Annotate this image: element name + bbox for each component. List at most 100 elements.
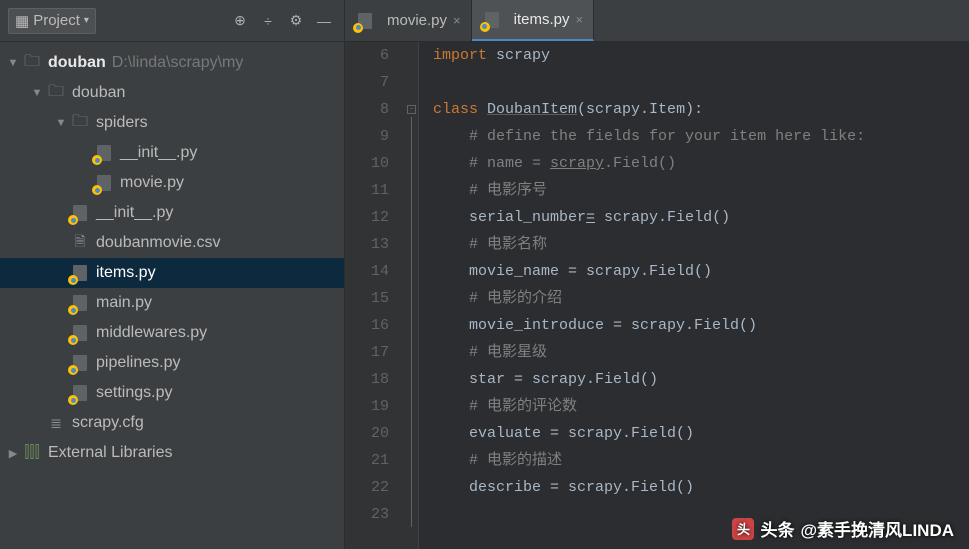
tree-label: items.py [96, 264, 156, 282]
tab-label: items.py [514, 11, 570, 28]
code-content[interactable]: import scrapy class DoubanItem(scrapy.Ite… [419, 42, 969, 549]
close-icon[interactable]: × [575, 12, 583, 27]
tab-movie[interactable]: movie.py × [345, 0, 472, 41]
code-line[interactable]: # 电影的评论数 [433, 393, 969, 420]
tree-root[interactable]: ▼ 🗀 douban D:\linda\scrapy\my [0, 48, 344, 78]
code-line[interactable]: import scrapy [433, 42, 969, 69]
minimize-icon[interactable]: — [312, 9, 336, 33]
tree-file-main[interactable]: main.py [0, 288, 344, 318]
line-number: 13 [345, 231, 389, 258]
python-file-icon [70, 263, 90, 283]
sidebar-toolbar: ▦ Project ▾ ⊕ ÷ ⚙ — [0, 0, 344, 42]
python-file-icon [70, 293, 90, 313]
tab-items[interactable]: items.py × [472, 0, 594, 41]
chevron-down-icon[interactable]: ▼ [4, 57, 22, 69]
code-line[interactable]: # name = scrapy.Field() [433, 150, 969, 177]
tree-external-libraries[interactable]: ▶ ⫿⫿⫿ External Libraries [0, 438, 344, 468]
line-number: 22 [345, 474, 389, 501]
line-number: 10 [345, 150, 389, 177]
line-number: 6 [345, 42, 389, 69]
line-number: 12 [345, 204, 389, 231]
tree-label: __init__.py [120, 144, 197, 162]
code-editor[interactable]: 67891011121314151617181920212223 − impor… [345, 42, 969, 549]
line-number: 17 [345, 339, 389, 366]
python-file-icon [70, 323, 90, 343]
line-number: 14 [345, 258, 389, 285]
code-line[interactable]: # 电影的介绍 [433, 285, 969, 312]
chevron-right-icon[interactable]: ▶ [4, 447, 22, 460]
code-line[interactable]: star = scrapy.Field() [433, 366, 969, 393]
line-number: 20 [345, 420, 389, 447]
code-line[interactable]: # define the fields for your item here l… [433, 123, 969, 150]
tree-label: douban [72, 84, 125, 102]
tree-folder-spiders[interactable]: ▼ 🗀 spiders [0, 108, 344, 138]
line-number: 8 [345, 96, 389, 123]
watermark: 头 头条 @素手挽清风LINDA [732, 516, 954, 541]
gear-icon[interactable]: ⚙ [284, 9, 308, 33]
tree-label: spiders [96, 114, 148, 132]
tree-label: doubanmovie.csv [96, 234, 221, 252]
code-line[interactable]: # 电影星级 [433, 339, 969, 366]
tree-label: settings.py [96, 384, 172, 402]
chevron-down-icon[interactable]: ▼ [28, 87, 46, 99]
tree-label: __init__.py [96, 204, 173, 222]
line-number: 19 [345, 393, 389, 420]
code-line[interactable]: class DoubanItem(scrapy.Item): [433, 96, 969, 123]
line-number: 23 [345, 501, 389, 528]
libraries-icon: ⫿⫿⫿ [22, 443, 42, 463]
tree-file-settings[interactable]: settings.py [0, 378, 344, 408]
tree-file-items[interactable]: items.py [0, 258, 344, 288]
tree-file-cfg[interactable]: ≣ scrapy.cfg [0, 408, 344, 438]
fold-column[interactable]: − [405, 42, 419, 549]
tree-path: D:\linda\scrapy\my [112, 54, 244, 72]
tree-file-middlewares[interactable]: middlewares.py [0, 318, 344, 348]
fold-marker[interactable]: − [407, 105, 416, 114]
file-icon: 🗎 [70, 233, 90, 253]
project-tree: ▼ 🗀 douban D:\linda\scrapy\my ▼ 🗀 douban… [0, 42, 344, 549]
python-file-icon [94, 143, 114, 163]
project-view-selector[interactable]: ▦ Project ▾ [8, 8, 96, 34]
code-line[interactable]: # 电影序号 [433, 177, 969, 204]
project-icon: ▦ [15, 12, 29, 30]
code-line[interactable]: evaluate = scrapy.Field() [433, 420, 969, 447]
tree-label: pipelines.py [96, 354, 181, 372]
code-line[interactable]: describe = scrapy.Field() [433, 474, 969, 501]
tree-file-movie[interactable]: movie.py [0, 168, 344, 198]
line-number: 7 [345, 69, 389, 96]
folder-icon: 🗀 [22, 53, 42, 73]
target-icon[interactable]: ⊕ [228, 9, 252, 33]
tree-label: douban [48, 54, 106, 72]
line-number: 16 [345, 312, 389, 339]
python-file-icon [355, 11, 375, 31]
line-number: 21 [345, 447, 389, 474]
dropdown-icon: ▾ [84, 15, 89, 26]
tree-label: External Libraries [48, 444, 173, 462]
python-file-icon [482, 10, 502, 30]
watermark-text: @素手挽清风LINDA [800, 516, 954, 541]
project-sidebar: ▦ Project ▾ ⊕ ÷ ⚙ — ▼ 🗀 douban D:\linda\… [0, 0, 345, 549]
line-number: 11 [345, 177, 389, 204]
tree-label: middlewares.py [96, 324, 207, 342]
code-line[interactable]: movie_introduce = scrapy.Field() [433, 312, 969, 339]
line-number: 18 [345, 366, 389, 393]
code-line[interactable]: serial_number= scrapy.Field() [433, 204, 969, 231]
python-file-icon [94, 173, 114, 193]
line-number: 15 [345, 285, 389, 312]
code-line[interactable] [433, 69, 969, 96]
code-line[interactable]: # 电影的描述 [433, 447, 969, 474]
tree-file-init-spiders[interactable]: __init__.py [0, 138, 344, 168]
close-icon[interactable]: × [453, 13, 461, 28]
tree-label: scrapy.cfg [72, 414, 144, 432]
tree-file-init-douban[interactable]: __init__.py [0, 198, 344, 228]
fold-line [411, 117, 412, 527]
tree-file-pipelines[interactable]: pipelines.py [0, 348, 344, 378]
code-line[interactable]: # 电影名称 [433, 231, 969, 258]
watermark-prefix: 头条 [760, 516, 794, 541]
tree-file-csv[interactable]: 🗎 doubanmovie.csv [0, 228, 344, 258]
tree-label: main.py [96, 294, 152, 312]
chevron-down-icon[interactable]: ▼ [52, 117, 70, 129]
tree-folder-douban[interactable]: ▼ 🗀 douban [0, 78, 344, 108]
collapse-icon[interactable]: ÷ [256, 9, 280, 33]
list-file-icon: ≣ [46, 413, 66, 433]
code-line[interactable]: movie_name = scrapy.Field() [433, 258, 969, 285]
